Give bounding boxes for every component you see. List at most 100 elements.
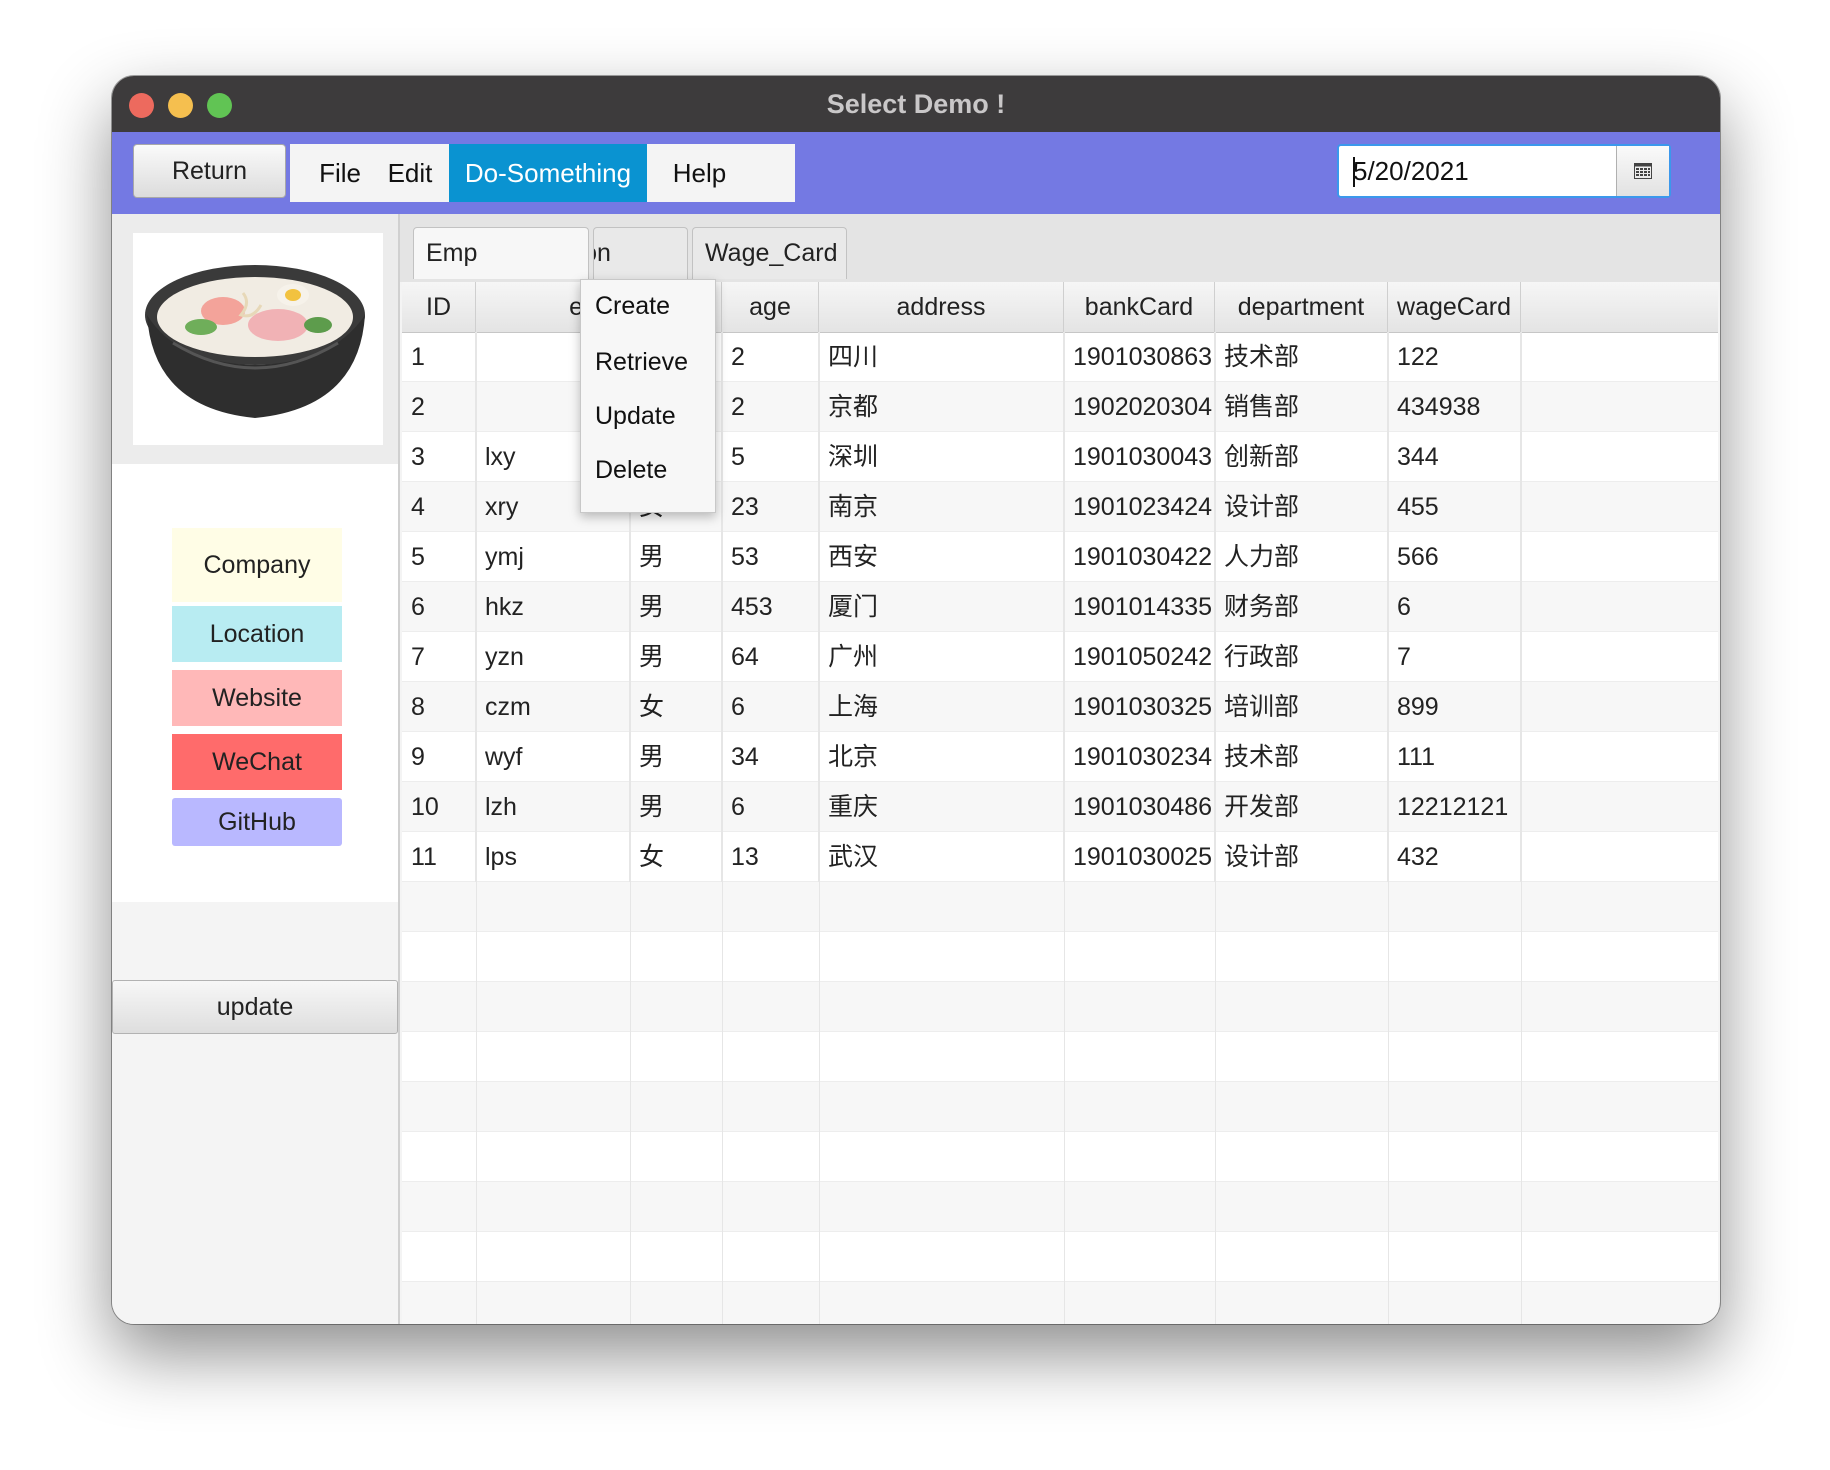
cell-wagecard: 7: [1388, 632, 1521, 682]
github-button[interactable]: GitHub: [172, 798, 342, 846]
cell-department: 培训部: [1215, 682, 1388, 732]
cell-id: 10: [402, 782, 476, 832]
header-address[interactable]: address: [819, 282, 1064, 332]
cell-address: 西安: [819, 532, 1064, 582]
cell-wagecard: 111: [1388, 732, 1521, 782]
cell-bankcard: 1901023424: [1064, 482, 1215, 532]
cell-bankcard: 1902020304: [1064, 382, 1215, 432]
cell-sex: 男: [630, 582, 722, 632]
column-divider: [1388, 332, 1389, 1324]
cell-name: wyf: [476, 732, 630, 782]
toolbar: Return File Edit Do-Something Help 5/20/…: [112, 132, 1720, 214]
cell-bankcard: 1901030422: [1064, 532, 1215, 582]
cell-name: hkz: [476, 582, 630, 632]
cell-address: 武汉: [819, 832, 1064, 882]
cell-address: 厦门: [819, 582, 1064, 632]
cell-department: 行政部: [1215, 632, 1388, 682]
cell-bankcard: 1901030325: [1064, 682, 1215, 732]
header-age[interactable]: age: [722, 282, 819, 332]
menu-item-delete[interactable]: Delete: [595, 450, 667, 490]
cell-age: 6: [722, 782, 819, 832]
tab-bar: Emp _Affiliation Wage_Card: [400, 214, 1720, 282]
cell-bankcard: 1901050242: [1064, 632, 1215, 682]
cell-wagecard: 434938: [1388, 382, 1521, 432]
cell-bankcard: 1901030234: [1064, 732, 1215, 782]
cell-address: 上海: [819, 682, 1064, 732]
website-button[interactable]: Website: [172, 670, 342, 726]
cell-address: 南京: [819, 482, 1064, 532]
cell-age: 34: [722, 732, 819, 782]
date-input[interactable]: 5/20/2021: [1353, 146, 1469, 196]
update-button[interactable]: update: [112, 980, 398, 1034]
cell-wagecard: 6: [1388, 582, 1521, 632]
cell-address: 深圳: [819, 432, 1064, 482]
window-title: Select Demo !: [826, 88, 1006, 119]
location-button[interactable]: Location: [172, 606, 342, 662]
text-caret: [1353, 157, 1355, 187]
cell-department: 设计部: [1215, 832, 1388, 882]
cell-address: 北京: [819, 732, 1064, 782]
wechat-button[interactable]: WeChat: [172, 734, 342, 790]
menu-bar: File Edit Do-Something Help: [290, 144, 795, 202]
zoom-window-button[interactable]: [207, 93, 232, 118]
menu-edit[interactable]: Edit: [371, 144, 449, 202]
header-wagecard[interactable]: wageCard: [1388, 282, 1521, 332]
cell-department: 设计部: [1215, 482, 1388, 532]
menu-item-retrieve[interactable]: Retrieve: [595, 342, 688, 382]
menu-item-update[interactable]: Update: [595, 396, 676, 436]
cell-id: 1: [402, 332, 476, 382]
tab-wage-card[interactable]: Wage_Card: [692, 227, 847, 279]
minimize-window-button[interactable]: [168, 93, 193, 118]
column-divider: [722, 332, 723, 1324]
header-id[interactable]: ID: [402, 282, 476, 332]
ramen-bowl-image: [133, 233, 383, 445]
tab-wage-card-label: Wage_Card: [705, 239, 838, 267]
cell-age: 53: [722, 532, 819, 582]
cell-bankcard: 1901030025: [1064, 832, 1215, 882]
cell-id: 8: [402, 682, 476, 732]
cell-wagecard: 566: [1388, 532, 1521, 582]
title-bar: Select Demo !: [112, 76, 1720, 132]
cell-sex: 女: [630, 832, 722, 882]
cell-id: 11: [402, 832, 476, 882]
do-something-dropdown: Create Retrieve Update Delete: [580, 279, 716, 513]
cell-department: 财务部: [1215, 582, 1388, 632]
tab-affiliation[interactable]: _Affiliation: [593, 227, 688, 279]
cell-id: 7: [402, 632, 476, 682]
close-window-button[interactable]: [129, 93, 154, 118]
menu-item-create[interactable]: Create: [595, 286, 670, 326]
cell-wagecard: 455: [1388, 482, 1521, 532]
cell-name: yzn: [476, 632, 630, 682]
calendar-icon: [1634, 163, 1652, 179]
cell-id: 5: [402, 532, 476, 582]
header-department[interactable]: department: [1215, 282, 1388, 332]
menu-do-something[interactable]: Do-Something: [449, 144, 647, 202]
cell-name: czm: [476, 682, 630, 732]
cell-address: 重庆: [819, 782, 1064, 832]
cell-wagecard: 12212121: [1388, 782, 1521, 832]
cell-sex: 男: [630, 782, 722, 832]
menu-help[interactable]: Help: [647, 144, 752, 202]
cell-department: 开发部: [1215, 782, 1388, 832]
cell-age: 453: [722, 582, 819, 632]
cell-id: 2: [402, 382, 476, 432]
cell-age: 23: [722, 482, 819, 532]
menu-file[interactable]: File: [290, 144, 371, 202]
cell-bankcard: 1901014335: [1064, 582, 1215, 632]
cell-name: lps: [476, 832, 630, 882]
image-panel: [112, 214, 398, 464]
cell-age: 5: [722, 432, 819, 482]
cell-address: 四川: [819, 332, 1064, 382]
calendar-button[interactable]: [1616, 146, 1669, 196]
cell-wagecard: 344: [1388, 432, 1521, 482]
return-button[interactable]: Return: [133, 144, 286, 198]
sidebar: Company Location Website WeChat GitHub u…: [112, 214, 398, 1324]
company-button[interactable]: Company: [172, 528, 342, 602]
menu-file-label: File: [319, 157, 361, 188]
header-bankcard[interactable]: bankCard: [1064, 282, 1215, 332]
date-picker[interactable]: 5/20/2021: [1337, 144, 1671, 198]
cell-wagecard: 432: [1388, 832, 1521, 882]
cell-address: 广州: [819, 632, 1064, 682]
column-divider: [819, 332, 820, 1324]
tab-employee[interactable]: Emp: [413, 227, 589, 279]
